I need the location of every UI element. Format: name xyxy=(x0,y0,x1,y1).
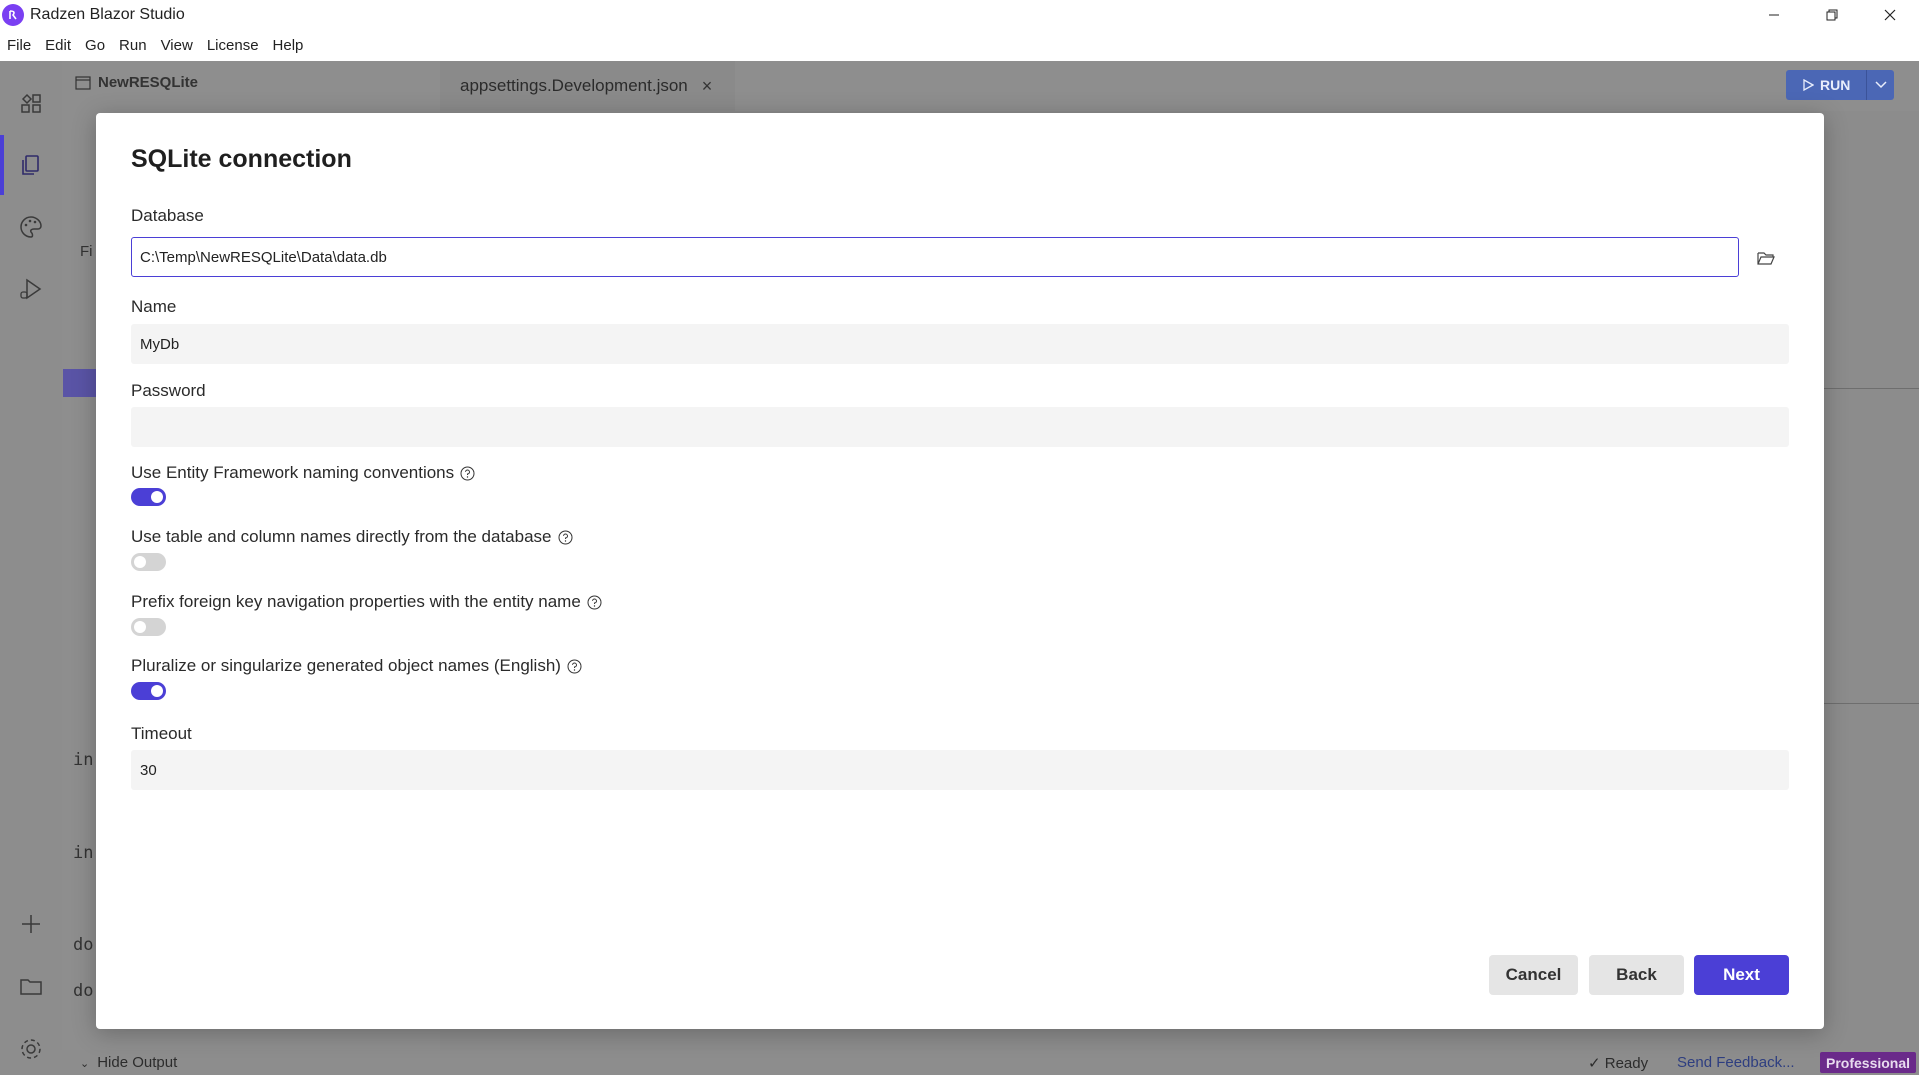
switch-knob xyxy=(134,621,146,633)
minimize-icon xyxy=(1769,14,1779,16)
menu-license[interactable]: License xyxy=(207,37,259,54)
folder-icon[interactable] xyxy=(17,972,45,1000)
close-icon xyxy=(1884,9,1896,21)
name-input[interactable] xyxy=(131,324,1789,364)
switch-label-text: Use table and column names directly from… xyxy=(131,527,552,546)
menu-go[interactable]: Go xyxy=(85,37,105,54)
code-fragment-4: do xyxy=(73,981,94,1001)
run-debug-icon[interactable] xyxy=(17,275,45,303)
next-button[interactable]: Next xyxy=(1694,955,1789,995)
radzen-logo-icon xyxy=(2,4,24,26)
folder-open-icon xyxy=(1757,252,1775,265)
switch-label-prefix-fk: Prefix foreign key navigation properties… xyxy=(131,592,602,612)
timeout-label: Timeout xyxy=(131,724,192,743)
switch-knob xyxy=(134,556,146,568)
menu-edit[interactable]: Edit xyxy=(45,37,71,54)
menu-view[interactable]: View xyxy=(161,37,193,54)
copy-files-icon[interactable] xyxy=(17,151,45,179)
switch-label-direct-names: Use table and column names directly from… xyxy=(131,527,573,547)
code-fragment-2: in xyxy=(73,843,94,863)
browse-folder-button[interactable] xyxy=(1752,244,1780,272)
close-window-button[interactable] xyxy=(1861,0,1919,30)
password-label: Password xyxy=(131,381,206,400)
switch-knob xyxy=(151,491,163,503)
help-icon[interactable] xyxy=(587,595,602,610)
cancel-button[interactable]: Cancel xyxy=(1489,955,1578,995)
project-name[interactable]: NewRESQLite xyxy=(98,74,198,91)
prefix-fk-switch[interactable] xyxy=(131,618,166,636)
run-dropdown-button[interactable] xyxy=(1866,70,1895,100)
sqlite-connection-dialog: SQLite connection Database Name Password… xyxy=(96,113,1824,1029)
window-controls xyxy=(1745,0,1919,30)
minimize-button[interactable] xyxy=(1745,0,1803,30)
menu-run[interactable]: Run xyxy=(119,37,147,54)
background-divider xyxy=(1824,388,1919,389)
switch-knob xyxy=(151,685,163,697)
switch-label-text: Pluralize or singularize generated objec… xyxy=(131,656,561,675)
help-icon[interactable] xyxy=(558,530,573,545)
dialog-title: SQLite connection xyxy=(131,145,352,173)
hide-output-toggle[interactable]: ⌄ Hide Output xyxy=(80,1054,177,1071)
editor-tab-label: appsettings.Development.json xyxy=(460,76,688,95)
switch-label-pluralize: Pluralize or singularize generated objec… xyxy=(131,656,582,676)
switch-label-text: Prefix foreign key navigation properties… xyxy=(131,592,581,611)
side-filter-fragment: Fi xyxy=(80,243,93,260)
edition-badge: Professional xyxy=(1820,1052,1917,1073)
timeout-input[interactable] xyxy=(131,750,1789,790)
menu-bar: File Edit Go Run View License Help xyxy=(0,30,1919,60)
menu-file[interactable]: File xyxy=(7,37,31,54)
editor-tab-appsettings[interactable]: appsettings.Development.json × xyxy=(440,61,735,111)
run-button[interactable]: RUN xyxy=(1786,70,1867,100)
components-icon[interactable] xyxy=(17,89,45,117)
chevron-down-icon xyxy=(1875,81,1887,89)
name-label: Name xyxy=(131,297,177,316)
chevron-down-icon: ⌄ xyxy=(80,1058,90,1070)
code-fragment-3: do xyxy=(73,935,94,955)
play-icon xyxy=(1803,79,1814,91)
switch-label-text: Use Entity Framework naming conventions xyxy=(131,463,455,482)
code-fragment-1: in xyxy=(73,750,94,770)
palette-icon[interactable] xyxy=(17,213,45,241)
direct-names-switch[interactable] xyxy=(131,553,166,571)
database-label: Database xyxy=(131,206,204,225)
title-bar: Radzen Blazor Studio xyxy=(0,0,1919,30)
background-divider xyxy=(1824,703,1919,704)
window-title: Radzen Blazor Studio xyxy=(30,6,185,23)
pluralize-switch[interactable] xyxy=(131,682,166,700)
help-icon[interactable] xyxy=(460,466,475,481)
send-feedback-link[interactable]: Send Feedback... xyxy=(1677,1054,1795,1071)
status-ready: ✓ Ready xyxy=(1588,1055,1649,1072)
switch-label-ef-naming: Use Entity Framework naming conventions xyxy=(131,463,475,483)
restore-icon xyxy=(1826,9,1838,21)
restore-button[interactable] xyxy=(1803,0,1861,30)
project-window-icon xyxy=(75,76,91,90)
run-button-label: RUN xyxy=(1820,77,1851,93)
menu-help[interactable]: Help xyxy=(273,37,304,54)
run-button-group: RUN xyxy=(1786,70,1895,100)
database-path-input[interactable] xyxy=(131,237,1739,277)
selected-tree-item xyxy=(63,369,97,397)
plus-icon[interactable] xyxy=(17,910,45,938)
help-icon[interactable] xyxy=(567,659,582,674)
tab-close-icon[interactable]: × xyxy=(702,76,713,97)
activity-active-indicator xyxy=(0,135,4,195)
back-button[interactable]: Back xyxy=(1589,955,1684,995)
hide-output-label: Hide Output xyxy=(97,1054,178,1071)
password-input[interactable] xyxy=(131,407,1789,447)
gear-icon[interactable] xyxy=(17,1035,45,1063)
ef-naming-switch[interactable] xyxy=(131,488,166,506)
